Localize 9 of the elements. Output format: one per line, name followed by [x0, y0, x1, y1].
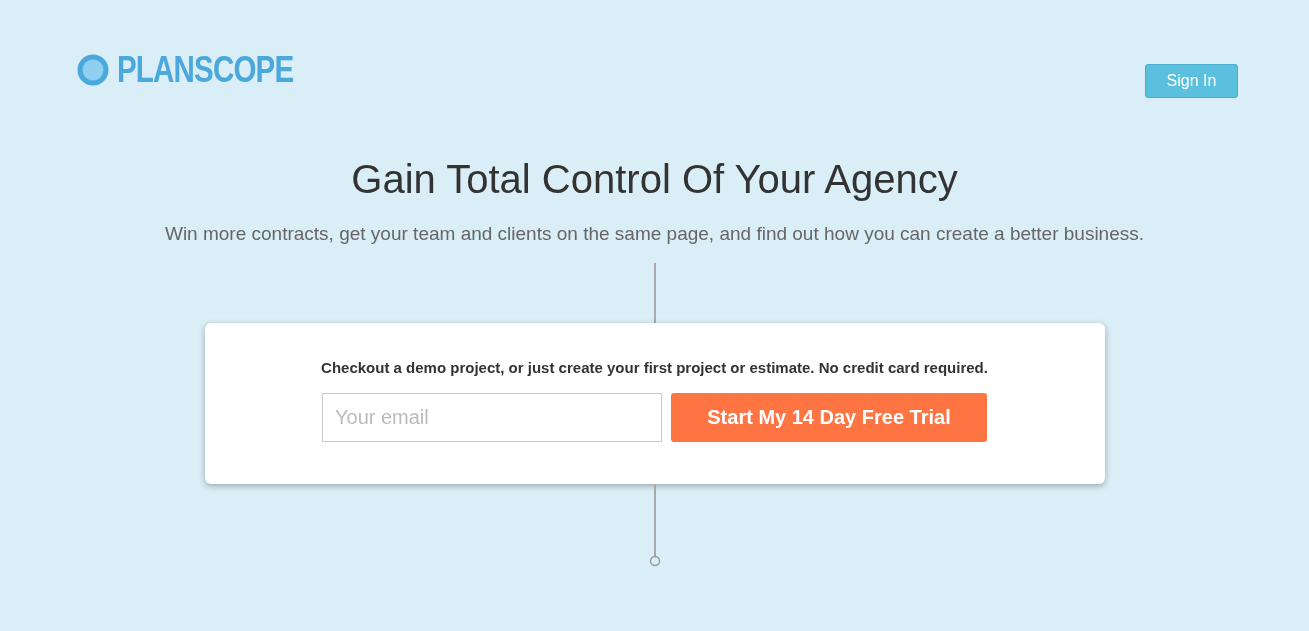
email-field[interactable]: Your email — [322, 393, 662, 442]
signup-note: Checkout a demo project, or just create your first project or estimate. No credit card required. — [321, 359, 988, 376]
timeline-end-icon — [648, 555, 661, 567]
free-trial-button[interactable]: Start My 14 Day Free Trial — [671, 393, 987, 442]
sign-in-button[interactable]: Sign In — [1145, 64, 1238, 98]
hero-title: Gain Total Control Of Your Agency — [351, 156, 958, 203]
hero-subtitle: Win more contracts, get your team and clients on the same page, and find out how you can create a better business. — [163, 222, 1146, 246]
logo-text: PLANSCOPE — [117, 50, 294, 90]
logo-circle-icon — [77, 54, 109, 86]
